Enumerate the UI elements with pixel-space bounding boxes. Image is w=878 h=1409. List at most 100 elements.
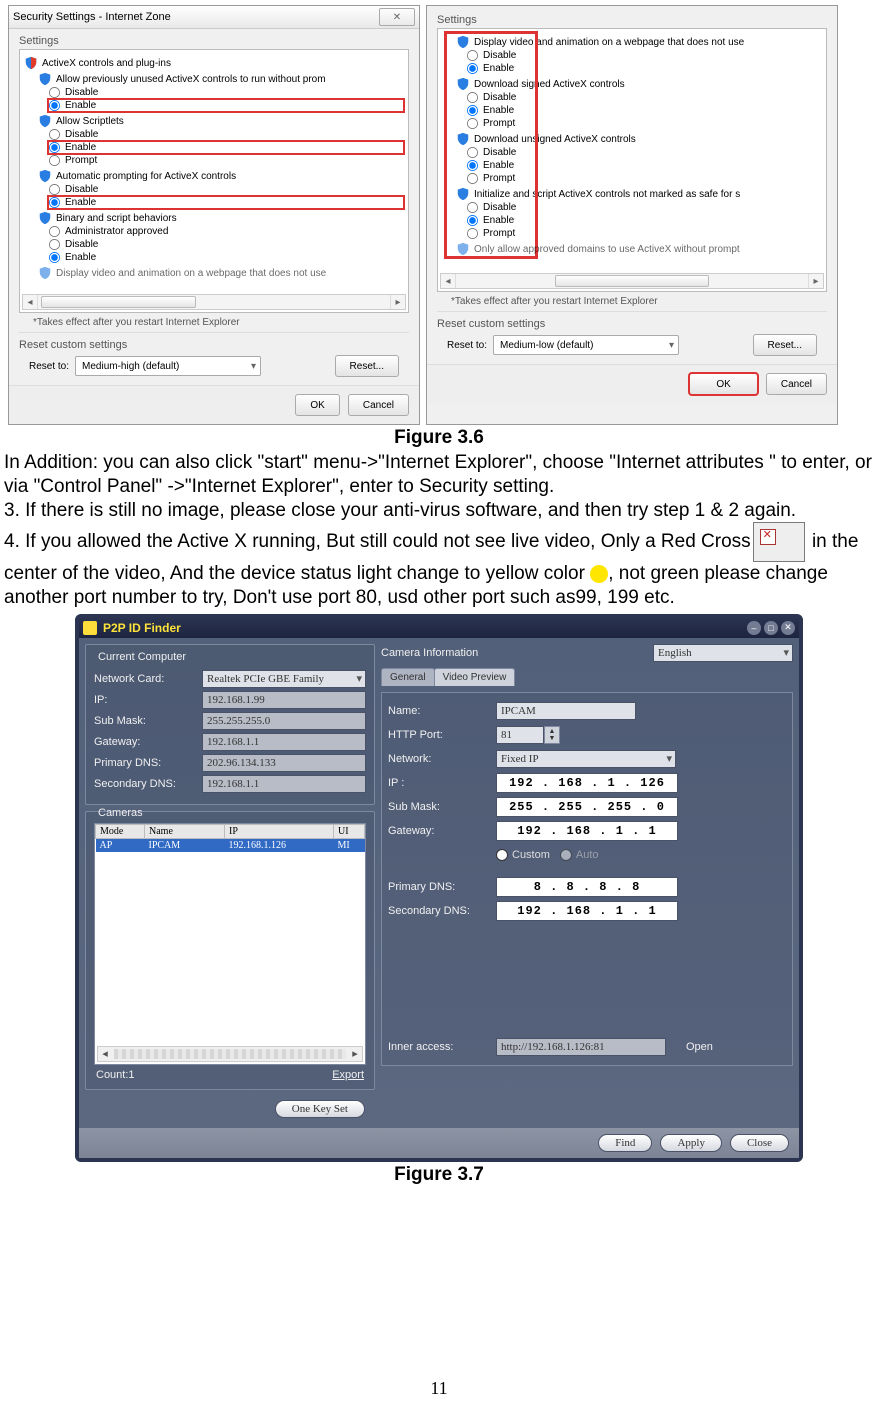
radio-disable[interactable]: Disable (466, 146, 822, 159)
settings-group-label: Settings (437, 14, 827, 26)
radio-prompt[interactable]: Prompt (48, 154, 404, 167)
reset-group-label: Reset custom settings (437, 318, 827, 330)
language-select[interactable]: English (653, 644, 793, 662)
radio-prompt[interactable]: Prompt (466, 172, 822, 185)
scroll-track[interactable] (114, 1049, 346, 1059)
table-row[interactable]: AP IPCAM 192.168.1.126 MI (96, 838, 365, 852)
setting-allow-unused: Allow previously unused ActiveX controls… (38, 72, 404, 86)
name-label: Name: (388, 705, 496, 717)
find-button[interactable]: Find (598, 1134, 652, 1152)
radio-enable[interactable]: Enable (48, 141, 404, 154)
shield-icon (38, 72, 52, 86)
shield-icon (24, 56, 38, 70)
radio-enable[interactable]: Enable (466, 62, 822, 75)
scroll-left-icon[interactable]: ◂ (23, 295, 38, 309)
figure-caption: Figure 3.7 (0, 1164, 878, 1186)
radio-disable[interactable]: Disable (48, 238, 404, 251)
cam-gw-field[interactable]: 192 . 168 . 1 . 1 (496, 821, 678, 841)
cameras-group: Cameras Mode Name IP UI AP IPCAM (85, 811, 375, 1090)
reset-level-select[interactable]: Medium-high (default) (75, 356, 261, 376)
cam-ip-field[interactable]: 192 . 168 . 1 . 126 (496, 773, 678, 793)
radio-disable[interactable]: Disable (466, 201, 822, 214)
shield-icon (456, 77, 470, 91)
scrollbar-horizontal[interactable]: ◂ ▸ (440, 273, 824, 289)
setting-auto-prompt: Automatic prompting for ActiveX controls (38, 169, 404, 183)
tab-general[interactable]: General (381, 668, 435, 686)
cam-mask-label: Sub Mask: (388, 801, 496, 813)
ip-label: IP: (94, 694, 202, 706)
tab-video-preview[interactable]: Video Preview (434, 668, 516, 686)
radio-custom[interactable]: Custom (496, 849, 550, 861)
close-icon[interactable]: ✕ (781, 621, 795, 635)
scroll-right-icon[interactable]: ▸ (808, 274, 823, 288)
radio-enable[interactable]: Enable (48, 99, 404, 112)
radio-enable[interactable]: Enable (466, 104, 822, 117)
scroll-thumb[interactable] (555, 275, 710, 287)
p2p-app-window: P2P ID Finder – □ ✕ Current Computer Net… (75, 614, 803, 1162)
settings-listbox[interactable]: Display video and animation on a webpage… (437, 28, 827, 292)
ok-button[interactable]: OK (689, 373, 757, 395)
cam-pdns-field[interactable]: 8 . 8 . 8 . 8 (496, 877, 678, 897)
name-field[interactable] (496, 702, 636, 720)
shield-icon (456, 187, 470, 201)
setting-display-video: Display video and animation on a webpage… (456, 35, 822, 49)
cam-mask-field[interactable]: 255 . 255 . 255 . 0 (496, 797, 678, 817)
settings-listbox[interactable]: ActiveX controls and plug-ins Allow prev… (19, 49, 409, 313)
close-icon[interactable]: ✕ (379, 8, 415, 26)
ok-button[interactable]: OK (295, 394, 339, 416)
apply-button[interactable]: Apply (660, 1134, 722, 1152)
port-field[interactable] (496, 726, 544, 744)
cancel-button[interactable]: Cancel (348, 394, 409, 416)
close-button[interactable]: Close (730, 1134, 789, 1152)
scroll-thumb[interactable] (41, 296, 196, 308)
reset-button[interactable]: Reset... (335, 355, 399, 377)
scrollbar-horizontal[interactable]: ◂ ▸ (22, 294, 406, 310)
radio-admin-approved[interactable]: Administrator approved (48, 225, 404, 238)
netcard-select[interactable]: Realtek PCIe GBE Family (202, 670, 366, 688)
scroll-right-icon[interactable]: ▸ (348, 1047, 362, 1060)
setting-dl-signed: Download signed ActiveX controls (456, 77, 822, 91)
one-key-set-button[interactable]: One Key Set (275, 1100, 365, 1118)
setting-init-script: Initialize and script ActiveX controls n… (456, 187, 822, 201)
radio-enable[interactable]: Enable (466, 159, 822, 172)
radio-disable[interactable]: Disable (48, 128, 404, 141)
minimize-icon[interactable]: – (747, 621, 761, 635)
setting-label: Automatic prompting for ActiveX controls (56, 171, 236, 182)
setting-label: Display video and animation on a webpage… (474, 37, 744, 48)
gateway-label: Gateway: (94, 736, 202, 748)
reset-level-select[interactable]: Medium-low (default) (493, 335, 679, 355)
scrollbar-horizontal[interactable]: ◂ ▸ (97, 1046, 363, 1062)
reset-to-label: Reset to: (29, 361, 69, 372)
export-link[interactable]: Export (332, 1069, 364, 1081)
radio-disable[interactable]: Disable (48, 183, 404, 196)
setting-label: Allow Scriptlets (56, 116, 124, 127)
inner-access-field (496, 1038, 666, 1056)
open-link[interactable]: Open (686, 1041, 713, 1053)
netcard-label: Network Card: (94, 673, 202, 685)
cam-ip-label: IP : (388, 777, 496, 789)
radio-disable[interactable]: Disable (466, 91, 822, 104)
cancel-button[interactable]: Cancel (766, 373, 827, 395)
stepper-up-icon[interactable]: ▲▼ (544, 726, 560, 744)
scroll-right-icon[interactable]: ▸ (390, 295, 405, 309)
radio-auto: Auto (560, 849, 599, 861)
maximize-icon[interactable]: □ (764, 621, 778, 635)
scroll-left-icon[interactable]: ◂ (98, 1047, 112, 1060)
radio-enable[interactable]: Enable (48, 196, 404, 209)
radio-enable[interactable]: Enable (48, 251, 404, 264)
radio-enable[interactable]: Enable (466, 214, 822, 227)
radio-prompt[interactable]: Prompt (466, 117, 822, 130)
port-stepper[interactable]: ▲▼ (496, 726, 560, 744)
network-select[interactable]: Fixed IP (496, 750, 676, 768)
radio-disable[interactable]: Disable (48, 86, 404, 99)
tabs: General Video Preview (381, 668, 793, 686)
cam-pdns-label: Primary DNS: (388, 881, 496, 893)
scroll-left-icon[interactable]: ◂ (441, 274, 456, 288)
radio-disable[interactable]: Disable (466, 49, 822, 62)
body-paragraph: In Addition: you can also click "start" … (0, 451, 878, 499)
cam-sdns-field[interactable]: 192 . 168 . 1 . 1 (496, 901, 678, 921)
reset-button[interactable]: Reset... (753, 334, 817, 356)
radio-prompt[interactable]: Prompt (466, 227, 822, 240)
cam-sdns-label: Secondary DNS: (388, 905, 496, 917)
cameras-table[interactable]: Mode Name IP UI AP IPCAM 192.168.1.126 M… (94, 823, 366, 1065)
